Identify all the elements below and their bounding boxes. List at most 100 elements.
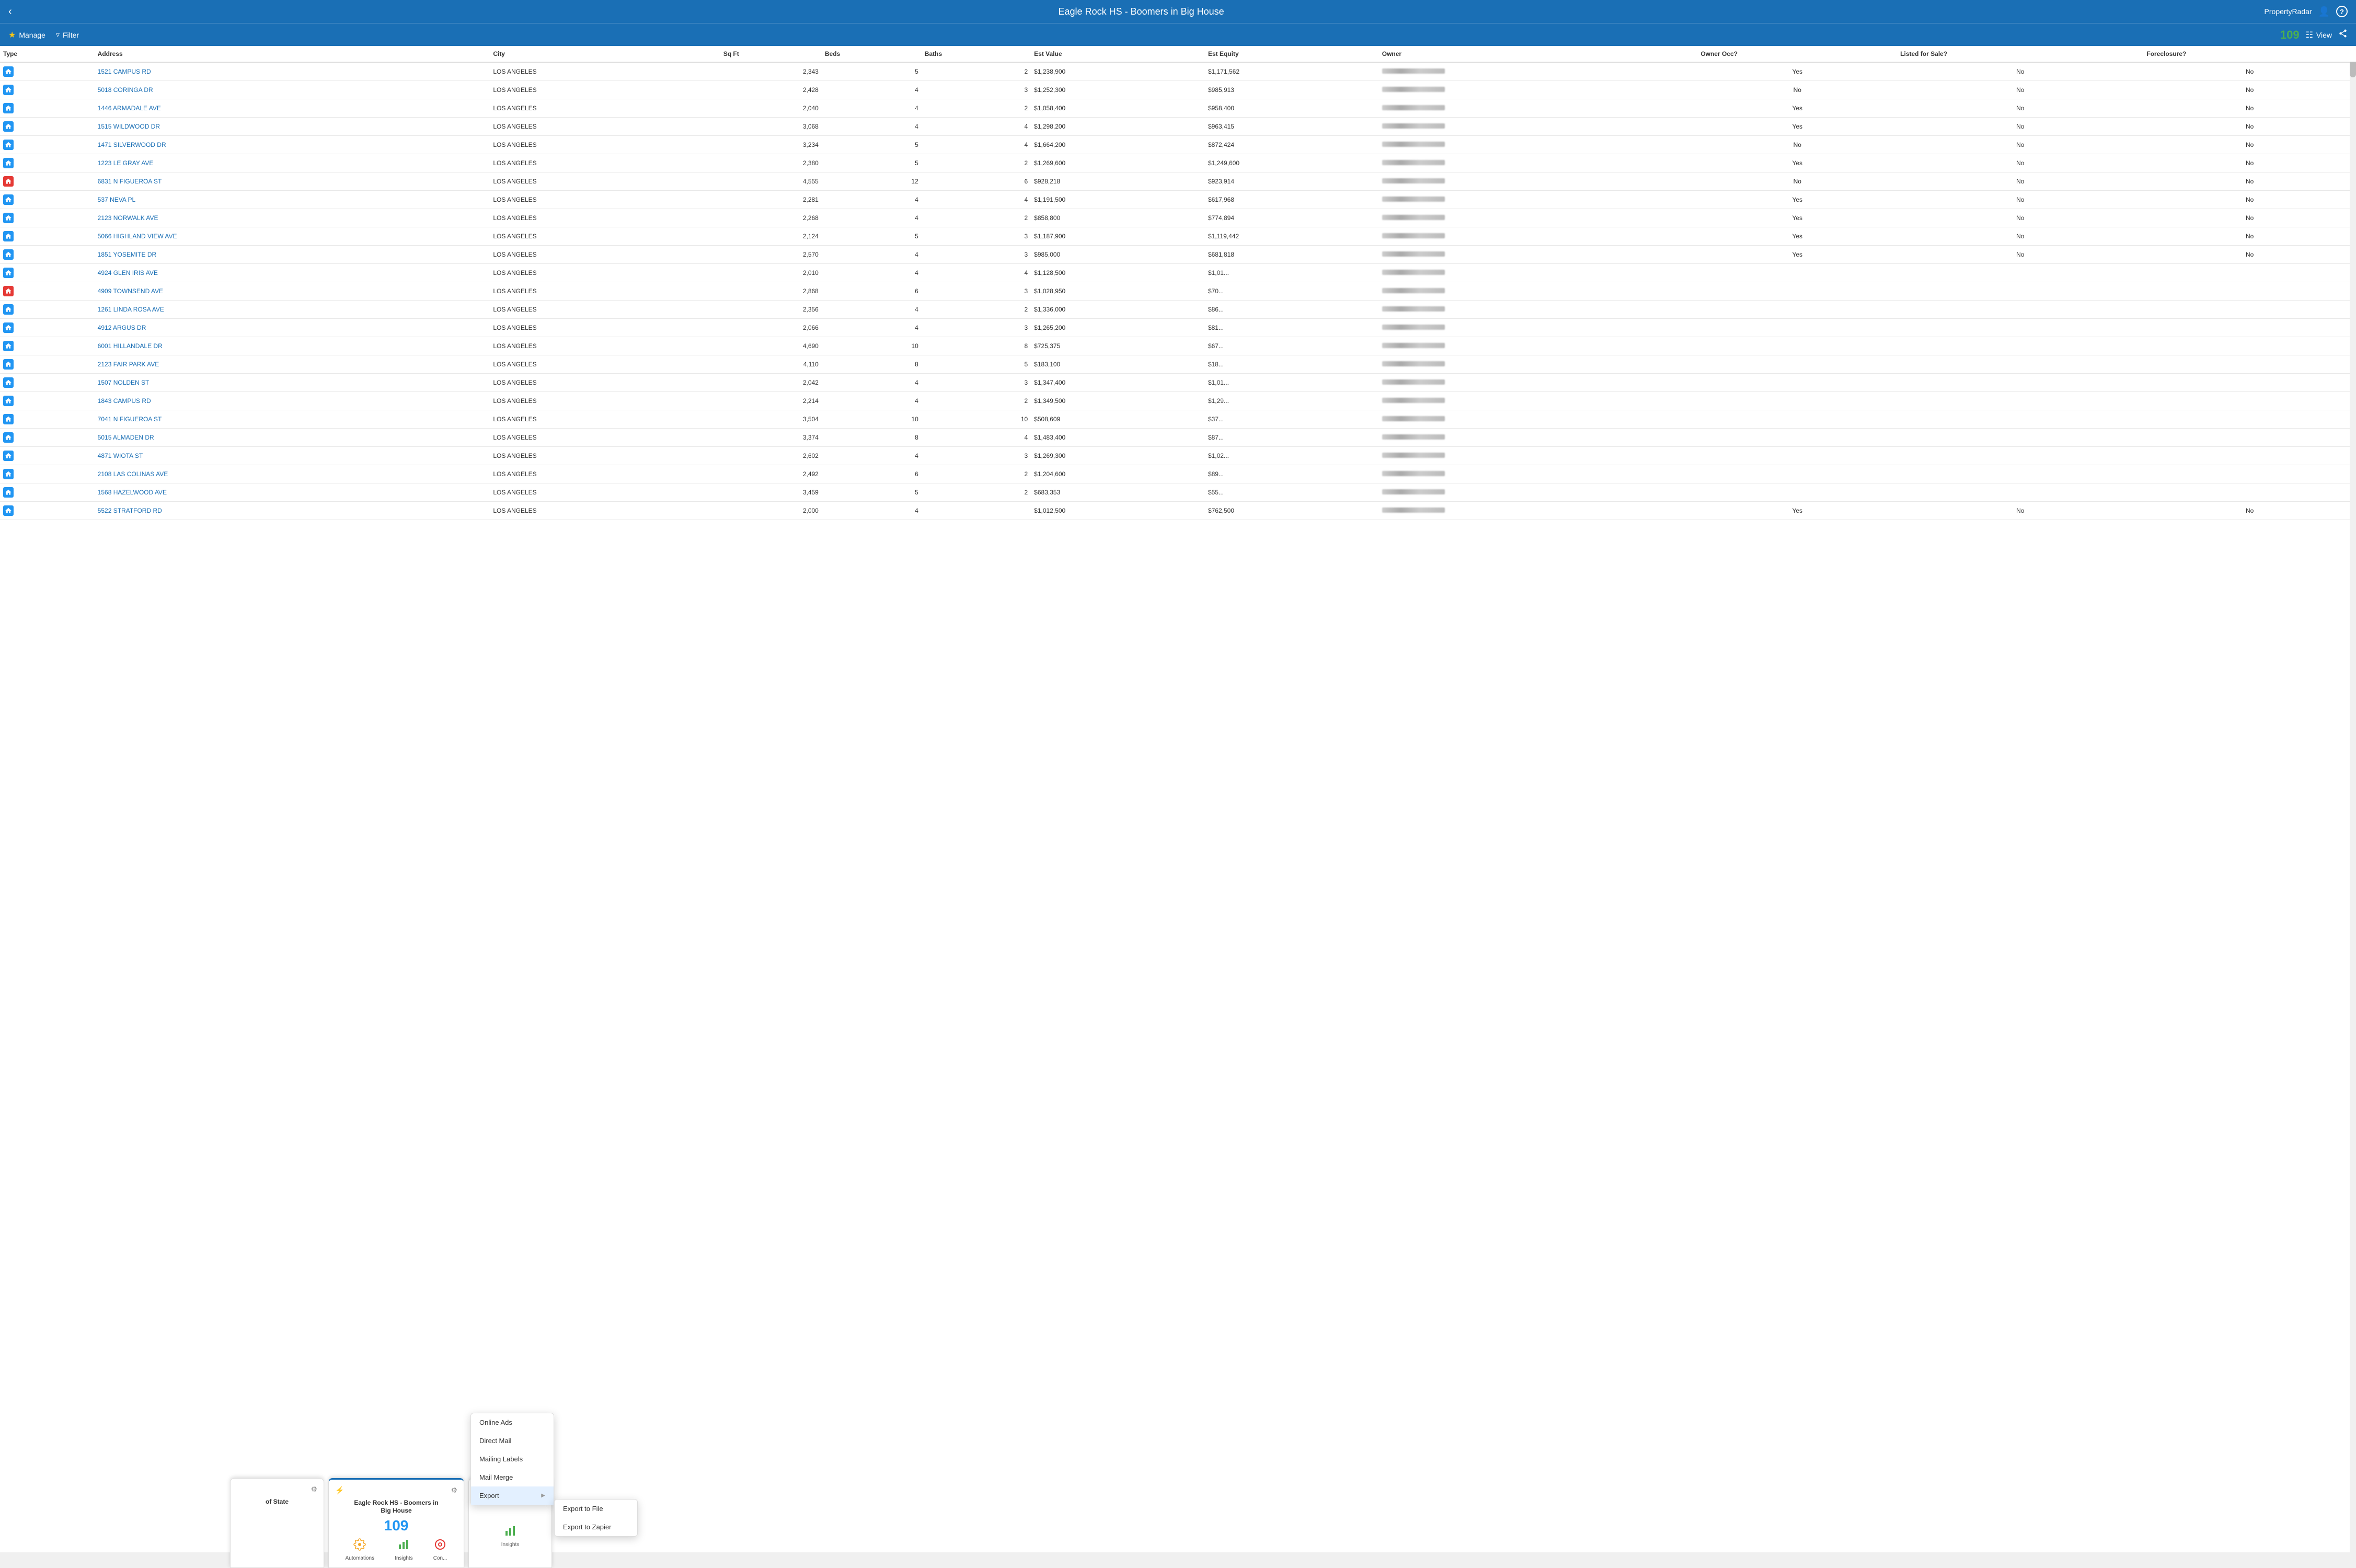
cell-est-equity: $872,424 xyxy=(1205,136,1379,154)
cell-owner-occ: Yes xyxy=(1697,99,1897,118)
cell-address: 1521 CAMPUS RD xyxy=(95,62,490,81)
menu-item-mail-merge[interactable]: Mail Merge xyxy=(471,1468,554,1486)
table-row[interactable]: 1471 SILVERWOOD DR LOS ANGELES 3,234 5 4… xyxy=(0,136,2356,154)
menu-item-direct-mail[interactable]: Direct Mail xyxy=(471,1432,554,1450)
cell-owner xyxy=(1379,99,1698,118)
cell-sqft: 2,281 xyxy=(720,191,822,209)
card-gear-icon-state[interactable]: ⚙ xyxy=(311,1485,317,1494)
col-type: Type xyxy=(0,46,95,62)
owner-name-blur xyxy=(1382,178,1445,183)
view-button[interactable]: ☷ View xyxy=(2306,30,2332,40)
owner-name-blur xyxy=(1382,489,1445,494)
card-action-insights[interactable]: Insights xyxy=(395,1538,412,1561)
cell-baths: 4 xyxy=(922,191,1031,209)
table-row[interactable]: 4871 WIOTA ST LOS ANGELES 2,602 4 3 $1,2… xyxy=(0,447,2356,465)
table-row[interactable]: 2123 FAIR PARK AVE LOS ANGELES 4,110 8 5… xyxy=(0,355,2356,374)
cell-type xyxy=(0,154,95,172)
cell-est-equity: $89... xyxy=(1205,465,1379,483)
cell-beds: 5 xyxy=(822,483,922,502)
cell-est-value: $508,609 xyxy=(1031,410,1205,429)
cell-sqft: 4,690 xyxy=(720,337,822,355)
cell-type xyxy=(0,429,95,447)
col-owner-occ: Owner Occ? xyxy=(1697,46,1897,62)
cell-baths: 2 xyxy=(922,465,1031,483)
cell-est-equity: $1,171,562 xyxy=(1205,62,1379,81)
cell-address: 4912 ARGUS DR xyxy=(95,319,490,337)
type-icon xyxy=(3,304,14,315)
cell-city: LOS ANGELES xyxy=(490,447,720,465)
table-row[interactable]: 1568 HAZELWOOD AVE LOS ANGELES 3,459 5 2… xyxy=(0,483,2356,502)
table-row[interactable]: 5015 ALMADEN DR LOS ANGELES 3,374 8 4 $1… xyxy=(0,429,2356,447)
table-row[interactable]: 7041 N FIGUEROA ST LOS ANGELES 3,504 10 … xyxy=(0,410,2356,429)
cell-city: LOS ANGELES xyxy=(490,136,720,154)
table-row[interactable]: 5066 HIGHLAND VIEW AVE LOS ANGELES 2,124… xyxy=(0,227,2356,246)
cell-sqft: 2,428 xyxy=(720,81,822,99)
cell-sqft: 4,555 xyxy=(720,172,822,191)
cell-type xyxy=(0,191,95,209)
cell-owner xyxy=(1379,319,1698,337)
scrollbar-track[interactable] xyxy=(2350,46,2356,1568)
cell-foreclosure: No xyxy=(2143,154,2356,172)
card-action-automations[interactable]: Automations xyxy=(346,1538,375,1561)
cell-type xyxy=(0,392,95,410)
cell-owner xyxy=(1379,410,1698,429)
cell-owner xyxy=(1379,355,1698,374)
table-row[interactable]: 6831 N FIGUEROA ST LOS ANGELES 4,555 12 … xyxy=(0,172,2356,191)
table-row[interactable]: 1507 NOLDEN ST LOS ANGELES 2,042 4 3 $1,… xyxy=(0,374,2356,392)
user-icon[interactable]: 👤 xyxy=(2318,6,2330,17)
share-button[interactable] xyxy=(2338,29,2348,41)
menu-item-export[interactable]: Export ▶ xyxy=(471,1486,554,1505)
table-row[interactable]: 4912 ARGUS DR LOS ANGELES 2,066 4 3 $1,2… xyxy=(0,319,2356,337)
list-card-eagle-rock[interactable]: ⚡ ⚙ Eagle Rock HS - Boomers inBig House … xyxy=(328,1478,464,1568)
table-row[interactable]: 1851 YOSEMITE DR LOS ANGELES 2,570 4 3 $… xyxy=(0,246,2356,264)
cell-sqft: 2,214 xyxy=(720,392,822,410)
cell-owner-occ xyxy=(1697,410,1897,429)
help-icon[interactable]: ? xyxy=(2336,6,2348,17)
cell-est-value: $1,238,900 xyxy=(1031,62,1205,81)
cell-type xyxy=(0,81,95,99)
card-action-contacts[interactable]: Con... xyxy=(433,1538,447,1561)
card-gear-icon-eagle[interactable]: ⚙ xyxy=(451,1486,457,1495)
cell-est-value: $1,028,950 xyxy=(1031,282,1205,301)
type-icon xyxy=(3,341,14,351)
menu-item-online-ads[interactable]: Online Ads xyxy=(471,1413,554,1432)
table-row[interactable]: 6001 HILLANDALE DR LOS ANGELES 4,690 10 … xyxy=(0,337,2356,355)
type-icon xyxy=(3,85,14,95)
cell-beds: 4 xyxy=(822,81,922,99)
table-row[interactable]: 1515 WILDWOOD DR LOS ANGELES 3,068 4 4 $… xyxy=(0,118,2356,136)
table-row[interactable]: 2123 NORWALK AVE LOS ANGELES 2,268 4 2 $… xyxy=(0,209,2356,227)
menu-item-export-to-file[interactable]: Export to File xyxy=(555,1500,637,1518)
cell-city: LOS ANGELES xyxy=(490,502,720,520)
card-action-insights-laguna[interactable]: Insights xyxy=(501,1525,519,1548)
app-header: ‹ Eagle Rock HS - Boomers in Big House P… xyxy=(0,0,2356,23)
table-row[interactable]: 4909 TOWNSEND AVE LOS ANGELES 2,868 6 3 … xyxy=(0,282,2356,301)
table-row[interactable]: 1843 CAMPUS RD LOS ANGELES 2,214 4 2 $1,… xyxy=(0,392,2356,410)
list-card-state[interactable]: ⚙ of State xyxy=(230,1478,324,1568)
back-button[interactable]: ‹ xyxy=(8,6,12,18)
cell-owner xyxy=(1379,154,1698,172)
table-row[interactable]: 5522 STRATFORD RD LOS ANGELES 2,000 4 $1… xyxy=(0,502,2356,520)
type-icon xyxy=(3,140,14,150)
cell-foreclosure: No xyxy=(2143,172,2356,191)
cell-owner xyxy=(1379,118,1698,136)
table-row[interactable]: 2108 LAS COLINAS AVE LOS ANGELES 2,492 6… xyxy=(0,465,2356,483)
cell-beds: 4 xyxy=(822,301,922,319)
cell-owner-occ: Yes xyxy=(1697,118,1897,136)
cell-owner-occ xyxy=(1697,337,1897,355)
table-row[interactable]: 1223 LE GRAY AVE LOS ANGELES 2,380 5 2 $… xyxy=(0,154,2356,172)
menu-item-mailing-labels[interactable]: Mailing Labels xyxy=(471,1450,554,1468)
table-row[interactable]: 1261 LINDA ROSA AVE LOS ANGELES 2,356 4 … xyxy=(0,301,2356,319)
cell-est-equity: $774,894 xyxy=(1205,209,1379,227)
menu-item-export-to-zapier[interactable]: Export to Zapier xyxy=(555,1518,637,1536)
table-row[interactable]: 5018 CORINGA DR LOS ANGELES 2,428 4 3 $1… xyxy=(0,81,2356,99)
table-row[interactable]: 1521 CAMPUS RD LOS ANGELES 2,343 5 2 $1,… xyxy=(0,62,2356,81)
cell-listed xyxy=(1897,447,2143,465)
cell-est-equity: $617,968 xyxy=(1205,191,1379,209)
table-row[interactable]: 4924 GLEN IRIS AVE LOS ANGELES 2,010 4 4… xyxy=(0,264,2356,282)
manage-button[interactable]: ★ Manage xyxy=(8,30,45,40)
table-row[interactable]: 1446 ARMADALE AVE LOS ANGELES 2,040 4 2 … xyxy=(0,99,2356,118)
cell-est-value: $985,000 xyxy=(1031,246,1205,264)
filter-button[interactable]: ▿ Filter xyxy=(56,30,79,39)
cell-sqft: 2,343 xyxy=(720,62,822,81)
table-row[interactable]: 537 NEVA PL LOS ANGELES 2,281 4 4 $1,191… xyxy=(0,191,2356,209)
